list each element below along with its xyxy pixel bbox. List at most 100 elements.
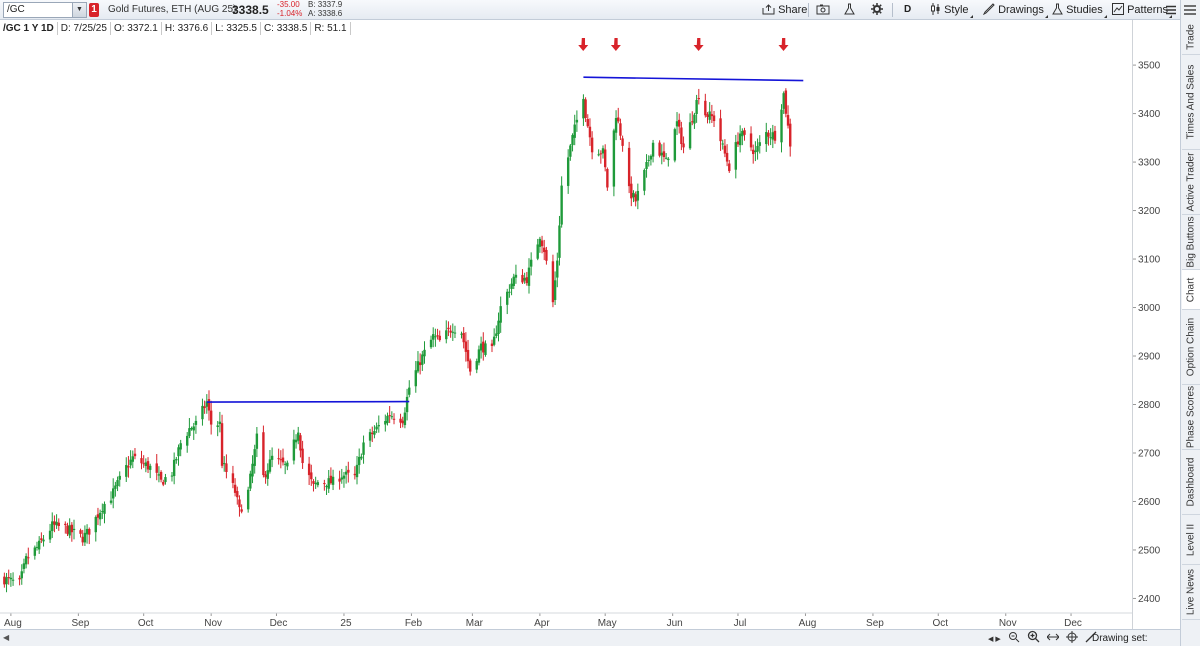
candle-body [220, 423, 224, 466]
candle-body [464, 341, 468, 352]
candle [597, 149, 600, 157]
candle-body [619, 123, 622, 136]
candle-body [506, 291, 509, 305]
drawing-set-label[interactable]: Drawing set: Default [1092, 630, 1180, 646]
scroll-arrows-icon[interactable]: ◀ ▶ [988, 631, 1001, 646]
fit-width-icon[interactable] [1046, 631, 1060, 646]
candle-body [575, 119, 579, 123]
tab-dashboard[interactable]: Dashboard [1182, 450, 1200, 515]
candle-body [5, 577, 8, 585]
price-chart[interactable]: 2400 2500 2600 2700 2800 2900 3000 3100 3200 3300… [0, 0, 1180, 629]
patterns-button[interactable]: Patterns [1112, 0, 1173, 20]
tab-big-buttons[interactable]: Big Buttons [1182, 215, 1200, 270]
candle-body [743, 130, 746, 135]
zoom-out-icon[interactable] [1008, 631, 1020, 646]
x-tick-label: 25 [340, 618, 352, 629]
menu-icon [1166, 5, 1176, 15]
candle-body [268, 459, 272, 472]
candle-body [294, 439, 298, 443]
symbol-input[interactable]: /GC ▼ [3, 2, 87, 18]
candle-body [536, 244, 539, 259]
candle [767, 130, 770, 146]
candle-body [553, 280, 557, 300]
chart-symbol-period[interactable]: /GC 1 Y 1D [0, 21, 58, 35]
candle-body [281, 457, 285, 463]
candle [149, 463, 152, 479]
candle-body [680, 127, 683, 145]
candle [773, 125, 777, 144]
screenshot-button[interactable] [816, 0, 830, 20]
candle-body [149, 465, 152, 470]
candle-body [784, 90, 788, 114]
y-tick-label: 3100 [1138, 255, 1161, 266]
sidebar-menu-button[interactable] [1183, 3, 1199, 17]
candle [294, 434, 298, 449]
candle-body [357, 456, 361, 466]
tab-chart[interactable]: Chart [1182, 270, 1200, 310]
candle-body [675, 121, 679, 127]
tab-trade[interactable]: Trade [1182, 20, 1200, 55]
candle [399, 413, 402, 429]
chart-toolbar: /GC ▼ 1 Gold Futures, ETH (AUG 25) 3338.… [0, 0, 1180, 20]
candle-body [662, 151, 666, 158]
candle [301, 440, 304, 469]
tab-times-and-sales[interactable]: Times And Sales [1182, 55, 1200, 150]
toolbar-menu-button[interactable] [1166, 0, 1176, 20]
candle-body [68, 525, 71, 536]
candle [57, 518, 60, 531]
chevron-down-icon[interactable]: ▼ [72, 3, 86, 17]
candle [675, 112, 679, 136]
candle [538, 236, 542, 253]
candle-body [11, 579, 15, 581]
share-button[interactable]: Share [762, 0, 807, 20]
tab-phase-scores[interactable]: Phase Scores [1182, 385, 1200, 450]
drawings-button[interactable]: Drawings [982, 0, 1048, 20]
candle [144, 458, 148, 473]
candle [719, 109, 722, 151]
aggregation-button[interactable]: D [904, 0, 911, 20]
candle-body [331, 476, 335, 485]
tab-option-chain[interactable]: Option Chain [1182, 310, 1200, 385]
tab-live-news[interactable]: Live News [1182, 565, 1200, 620]
tab-active-trader[interactable]: Active Trader [1182, 150, 1200, 215]
tab-level-ii[interactable]: Level II [1182, 515, 1200, 565]
dropdown-corner-icon [969, 15, 973, 18]
candle-body [299, 435, 302, 451]
alert-badge[interactable]: 1 [89, 3, 99, 17]
candle-body [371, 432, 374, 435]
candle [7, 569, 10, 585]
candle-body [386, 415, 389, 423]
candle [240, 504, 243, 514]
candle [738, 125, 742, 153]
candle [523, 272, 526, 284]
studies-button[interactable]: Studies [1052, 0, 1107, 20]
style-button[interactable]: Style [930, 0, 973, 20]
candle-body [251, 463, 254, 477]
candle [373, 425, 376, 439]
candle [551, 254, 555, 308]
menu-icon [1184, 5, 1196, 15]
candle-body [645, 162, 648, 169]
candle-body [377, 425, 380, 427]
candle-body [590, 137, 594, 153]
y-tick-label: 3400 [1138, 109, 1161, 120]
candle [627, 141, 631, 194]
scroll-left-icon[interactable]: ◀ [3, 633, 9, 642]
candle [601, 145, 605, 159]
flask-icon [1052, 3, 1063, 15]
crosshair-icon[interactable] [1065, 630, 1078, 646]
candle-body [612, 130, 616, 187]
candle [786, 105, 790, 129]
candle [617, 107, 620, 124]
candle [789, 118, 792, 157]
candle-body [508, 291, 511, 293]
candle-body [632, 192, 635, 198]
settings-button[interactable] [871, 0, 883, 20]
candle-body [325, 486, 328, 488]
candle [765, 122, 768, 152]
candle-body [57, 522, 60, 527]
flask-button[interactable] [844, 0, 855, 20]
zoom-in-icon[interactable] [1027, 630, 1040, 646]
candle [338, 470, 341, 490]
candle [238, 495, 241, 517]
